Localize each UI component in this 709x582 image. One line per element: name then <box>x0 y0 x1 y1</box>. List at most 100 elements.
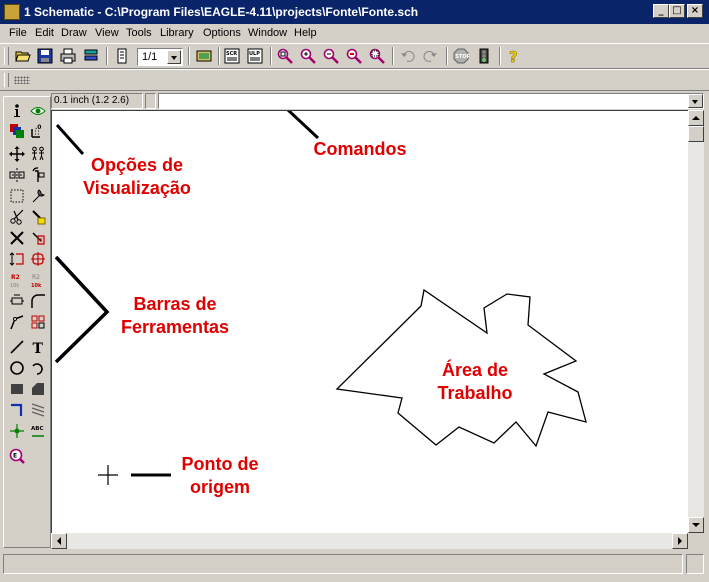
rect-icon[interactable] <box>7 379 27 399</box>
svg-text:R2: R2 <box>11 274 20 281</box>
erc-icon[interactable]: E <box>7 446 27 466</box>
horizontal-scrollbar[interactable] <box>51 533 688 549</box>
wire-icon[interactable] <box>7 337 27 357</box>
toolbar-grip[interactable] <box>4 47 9 65</box>
scroll-up-button[interactable] <box>688 110 704 126</box>
cut-icon[interactable] <box>7 207 27 227</box>
minimize-button[interactable]: _ <box>653 4 669 18</box>
menu-options[interactable]: Options <box>203 27 241 39</box>
toolbar-grip[interactable] <box>4 73 9 87</box>
menu-window[interactable]: Window <box>248 27 287 39</box>
menu-draw[interactable]: Draw <box>61 27 87 39</box>
menu-library[interactable]: Library <box>160 27 194 39</box>
annotation-comandos-text: Comandos <box>313 139 407 159</box>
menu-help[interactable]: Help <box>294 27 317 39</box>
svg-text:ABC: ABC <box>31 426 44 432</box>
toolbar-separator <box>270 47 272 65</box>
scroll-right-button[interactable] <box>672 533 688 549</box>
go-icon[interactable] <box>474 46 494 66</box>
info-icon[interactable] <box>7 101 27 121</box>
arc-icon[interactable] <box>28 358 48 378</box>
script-icon[interactable]: SCR <box>222 46 242 66</box>
ulp-icon[interactable]: ULP <box>245 46 265 66</box>
scroll-left-button[interactable] <box>51 533 67 549</box>
cam-icon[interactable] <box>81 46 101 66</box>
rotate-icon[interactable] <box>28 165 48 185</box>
menu-edit[interactable]: Edit <box>35 27 54 39</box>
zoom-redraw-icon[interactable] <box>344 46 364 66</box>
menu-view[interactable]: View <box>95 27 119 39</box>
miter-icon[interactable] <box>28 291 48 311</box>
show-icon[interactable] <box>28 101 48 121</box>
help-icon[interactable]: ? <box>504 46 524 66</box>
name-icon[interactable]: R2 10k <box>7 270 27 290</box>
annotation-area: Área de Trabalho <box>420 359 530 405</box>
menu-file[interactable]: File <box>9 27 27 39</box>
coordinate-divider <box>145 93 156 109</box>
annotation-barras-line2: Ferramentas <box>120 317 230 337</box>
zoom-out-icon[interactable] <box>321 46 341 66</box>
menu-bar: File Edit Draw View Tools Library Option… <box>0 24 709 43</box>
callout-brace-barras <box>54 255 110 364</box>
sheet-select[interactable]: 1/1 <box>137 48 183 66</box>
maximize-button[interactable]: □ <box>669 4 685 18</box>
circle-icon[interactable] <box>7 358 27 378</box>
junction-icon[interactable] <box>7 421 27 441</box>
invoke-icon[interactable] <box>28 312 48 332</box>
chevron-down-icon[interactable] <box>688 94 703 108</box>
value-icon[interactable]: R2 10k <box>28 270 48 290</box>
open-icon[interactable] <box>13 46 33 66</box>
close-button[interactable]: × <box>687 4 703 18</box>
net-icon[interactable] <box>28 400 48 420</box>
zoom-fit-icon[interactable] <box>275 46 295 66</box>
redo-icon[interactable] <box>420 46 440 66</box>
annotation-area-line1: Área de <box>441 360 509 380</box>
move-icon[interactable] <box>7 144 27 164</box>
polygon-icon[interactable] <box>28 379 48 399</box>
command-input[interactable] <box>158 93 704 109</box>
command-history-dropdown[interactable] <box>688 94 703 108</box>
stop-icon[interactable]: STOP <box>451 46 471 66</box>
menu-tools[interactable]: Tools <box>126 27 152 39</box>
board-icon[interactable] <box>194 46 214 66</box>
scroll-thumb-vertical[interactable] <box>688 126 704 142</box>
callout-line-opcoes <box>55 123 85 156</box>
grid-dots-icon[interactable] <box>14 76 30 84</box>
display-layers-icon[interactable] <box>7 121 27 141</box>
annotation-barras: Barras de Ferramentas <box>107 293 243 339</box>
change-icon[interactable] <box>28 186 48 206</box>
chevron-down-icon[interactable] <box>167 50 181 64</box>
pinswap-icon[interactable] <box>7 249 27 269</box>
bus-icon[interactable] <box>7 400 27 420</box>
annotation-opcoes-line2: Visualização <box>83 178 191 198</box>
main-toolbar: 1/1 SCR ULP STOP ? <box>0 43 709 69</box>
save-icon[interactable] <box>35 46 55 66</box>
sheet-icon[interactable] <box>112 46 132 66</box>
group-icon[interactable] <box>7 186 27 206</box>
window-title: 1 Schematic - C:\Program Files\EAGLE-4.1… <box>24 5 419 19</box>
vertical-scrollbar[interactable] <box>688 110 704 533</box>
smash-icon[interactable] <box>7 291 27 311</box>
zoom-in-icon[interactable] <box>298 46 318 66</box>
print-icon[interactable] <box>58 46 78 66</box>
mirror-icon[interactable] <box>7 165 27 185</box>
label-icon[interactable]: ABC <box>28 421 48 441</box>
delete-icon[interactable] <box>7 228 27 248</box>
svg-text:T: T <box>33 341 44 355</box>
grid-icon[interactable]: .0 <box>28 121 48 141</box>
scroll-corner <box>688 533 704 549</box>
split-icon[interactable] <box>7 312 27 332</box>
add-icon[interactable] <box>28 228 48 248</box>
copy-icon[interactable] <box>28 144 48 164</box>
replace-icon[interactable] <box>28 249 48 269</box>
zoom-select-icon[interactable] <box>367 46 387 66</box>
undo-icon[interactable] <box>398 46 418 66</box>
status-message <box>3 554 683 574</box>
text-icon[interactable]: T <box>28 337 48 357</box>
svg-text:?: ? <box>509 48 518 64</box>
app-icon <box>4 4 20 20</box>
coordinate-display: 0.1 inch (1.2 2.6) <box>51 93 143 109</box>
paste-icon[interactable] <box>28 207 48 227</box>
svg-text:.0: .0 <box>35 124 41 131</box>
scroll-down-button[interactable] <box>688 517 704 533</box>
